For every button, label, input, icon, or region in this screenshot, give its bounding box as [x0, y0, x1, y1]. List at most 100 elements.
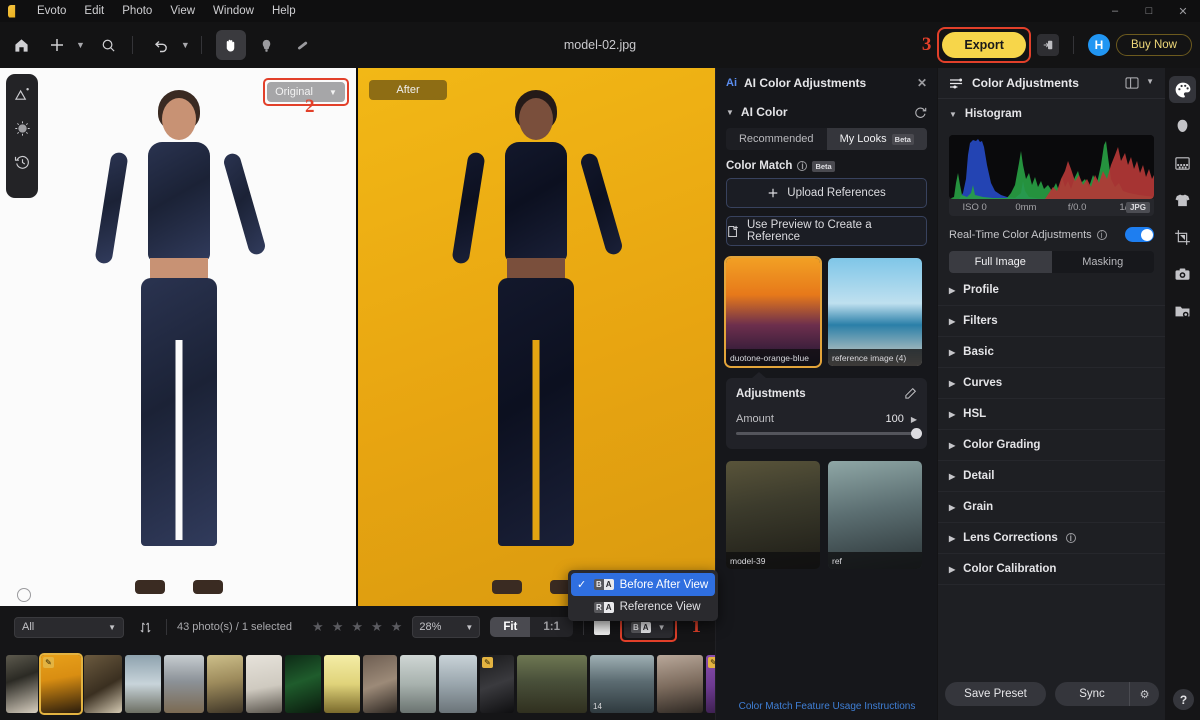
filmstrip-thumbnail[interactable]: ✎ [706, 655, 715, 713]
section-basic[interactable]: ▶ Basic [938, 337, 1165, 368]
tab-masking[interactable]: Masking [1052, 251, 1155, 273]
after-pane[interactable]: After [357, 68, 715, 606]
menu-help[interactable]: Help [263, 0, 305, 22]
minimize-icon[interactable]: – [1098, 0, 1132, 22]
add-chevron-down-icon[interactable]: ▼ [73, 40, 88, 50]
close-icon[interactable]: ✕ [1166, 0, 1200, 22]
undo-icon[interactable] [147, 30, 177, 60]
ai-color-section-header[interactable]: ▼ AI Color [716, 98, 937, 126]
maximize-icon[interactable]: □ [1132, 0, 1166, 22]
view-mode-context-menu[interactable]: ✓ BA Before After View RA Reference View [568, 570, 718, 621]
sort-icon[interactable] [134, 617, 156, 638]
info-icon[interactable]: i [1065, 533, 1076, 543]
sync-button[interactable]: Sync [1055, 682, 1129, 706]
context-menu-item-before-after-view[interactable]: ✓ BA Before After View [571, 573, 715, 596]
face-retouch-icon[interactable] [1169, 113, 1196, 140]
context-menu-item-reference-view[interactable]: RA Reference View [571, 596, 715, 618]
filmstrip-thumbnail[interactable]: ✎ [39, 653, 83, 715]
info-icon[interactable]: i [797, 161, 808, 171]
star-icon[interactable]: ★ [391, 619, 403, 635]
folder-icon[interactable] [1169, 298, 1196, 325]
original-chevron-down-icon[interactable]: ▼ [329, 88, 337, 97]
star-icon[interactable]: ★ [332, 619, 344, 635]
before-pane[interactable]: Original ▼ [0, 68, 357, 606]
filmstrip-thumbnail[interactable]: ✎ [480, 655, 514, 713]
menu-photo[interactable]: Photo [113, 0, 161, 22]
tab-full-image[interactable]: Full Image [949, 251, 1052, 273]
image-canvas[interactable]: Original ▼ After [0, 68, 715, 606]
section-color-calibration[interactable]: ▶ Color Calibration [938, 554, 1165, 585]
reset-icon[interactable] [914, 106, 927, 119]
filmstrip-thumbnail[interactable] [517, 655, 587, 713]
section-grain[interactable]: ▶ Grain [938, 492, 1165, 523]
reference-card-beach[interactable]: reference image (4) [828, 258, 922, 366]
section-profile[interactable]: ▶ Profile [938, 275, 1165, 306]
add-icon[interactable] [42, 30, 72, 60]
star-icon[interactable]: ★ [312, 619, 324, 635]
background-icon[interactable] [1169, 150, 1196, 177]
edit-pencil-icon[interactable] [904, 387, 917, 400]
camera-icon[interactable] [1169, 261, 1196, 288]
filmstrip-thumbnail[interactable] [6, 655, 38, 713]
tab-my-looks[interactable]: My Looks Beta [826, 128, 927, 150]
section-curves[interactable]: ▶ Curves [938, 368, 1165, 399]
filter-select[interactable]: All ▼ [14, 616, 124, 638]
chevron-down-icon[interactable]: ▼ [658, 623, 666, 632]
save-preset-button[interactable]: Save Preset [945, 682, 1046, 706]
heal-brush-icon[interactable] [288, 30, 318, 60]
amount-caret-right-icon[interactable]: ▶ [911, 415, 917, 424]
zoom-level-select[interactable]: 28% ▼ [412, 616, 481, 638]
filmstrip-thumbnail[interactable] [439, 655, 477, 713]
amount-value[interactable]: 100 [885, 413, 903, 425]
upload-references-button[interactable]: Upload References [726, 178, 927, 208]
menu-view[interactable]: View [161, 0, 204, 22]
crop-icon[interactable] [1169, 224, 1196, 251]
filmstrip-thumbnail[interactable] [207, 655, 243, 713]
filmstrip-thumbnail[interactable] [285, 655, 321, 713]
clothing-icon[interactable] [1169, 187, 1196, 214]
history-icon[interactable] [9, 148, 35, 176]
section-lens-corrections[interactable]: ▶ Lens Corrections i [938, 523, 1165, 554]
filmstrip-thumbnail[interactable]: 14 [590, 655, 654, 713]
menu-edit[interactable]: Edit [75, 0, 113, 22]
rating-stars[interactable]: ★ ★ ★ ★ ★ [312, 619, 402, 635]
amount-slider[interactable] [736, 428, 922, 439]
star-icon[interactable]: ★ [351, 619, 363, 635]
filmstrip-thumbnail[interactable] [164, 655, 204, 713]
filmstrip-thumbnail[interactable] [125, 655, 161, 713]
gear-icon[interactable]: ⚙ [1129, 682, 1159, 706]
section-filters[interactable]: ▶ Filters [938, 306, 1165, 337]
texture-icon[interactable] [9, 114, 35, 142]
one-to-one-button[interactable]: 1:1 [530, 617, 573, 637]
amount-slider-knob[interactable] [911, 428, 922, 439]
section-color-grading[interactable]: ▶ Color Grading [938, 430, 1165, 461]
dodge-tool-icon[interactable] [252, 30, 282, 60]
reference-card-ref[interactable]: ref [828, 461, 922, 569]
realtime-toggle[interactable] [1125, 227, 1154, 242]
fit-button[interactable]: Fit [490, 617, 531, 637]
filmstrip-thumbnail[interactable] [324, 655, 360, 713]
palette-icon[interactable] [1169, 76, 1196, 103]
loupe-icon[interactable] [17, 588, 31, 602]
hand-tool-icon[interactable] [215, 30, 246, 60]
retouch-magic-icon[interactable] [9, 80, 35, 108]
avatar[interactable]: H [1087, 34, 1110, 56]
use-preview-reference-button[interactable]: Use Preview to Create a Reference [726, 216, 927, 246]
export-button[interactable]: Export [942, 32, 1026, 58]
tab-recommended[interactable]: Recommended [726, 128, 827, 150]
background-color-swatch[interactable] [594, 619, 611, 635]
reference-card-duotone[interactable]: duotone-orange-blue [724, 256, 822, 368]
histogram-section-header[interactable]: ▼ Histogram [938, 99, 1165, 129]
home-icon[interactable] [6, 30, 36, 60]
menu-window[interactable]: Window [204, 0, 263, 22]
split-layout-icon[interactable] [1125, 77, 1139, 89]
filmstrip-thumbnail[interactable] [84, 655, 122, 713]
close-icon[interactable]: ✕ [917, 76, 927, 90]
section-detail[interactable]: ▶ Detail [938, 461, 1165, 492]
color-match-instructions-link[interactable]: Color Match Feature Usage Instructions [716, 701, 938, 712]
reference-card-model-39[interactable]: model-39 [726, 461, 820, 569]
filmstrip-thumbnail[interactable] [246, 655, 282, 713]
search-icon[interactable] [94, 30, 124, 60]
section-hsl[interactable]: ▶ HSL [938, 399, 1165, 430]
before-after-divider[interactable] [356, 68, 358, 606]
